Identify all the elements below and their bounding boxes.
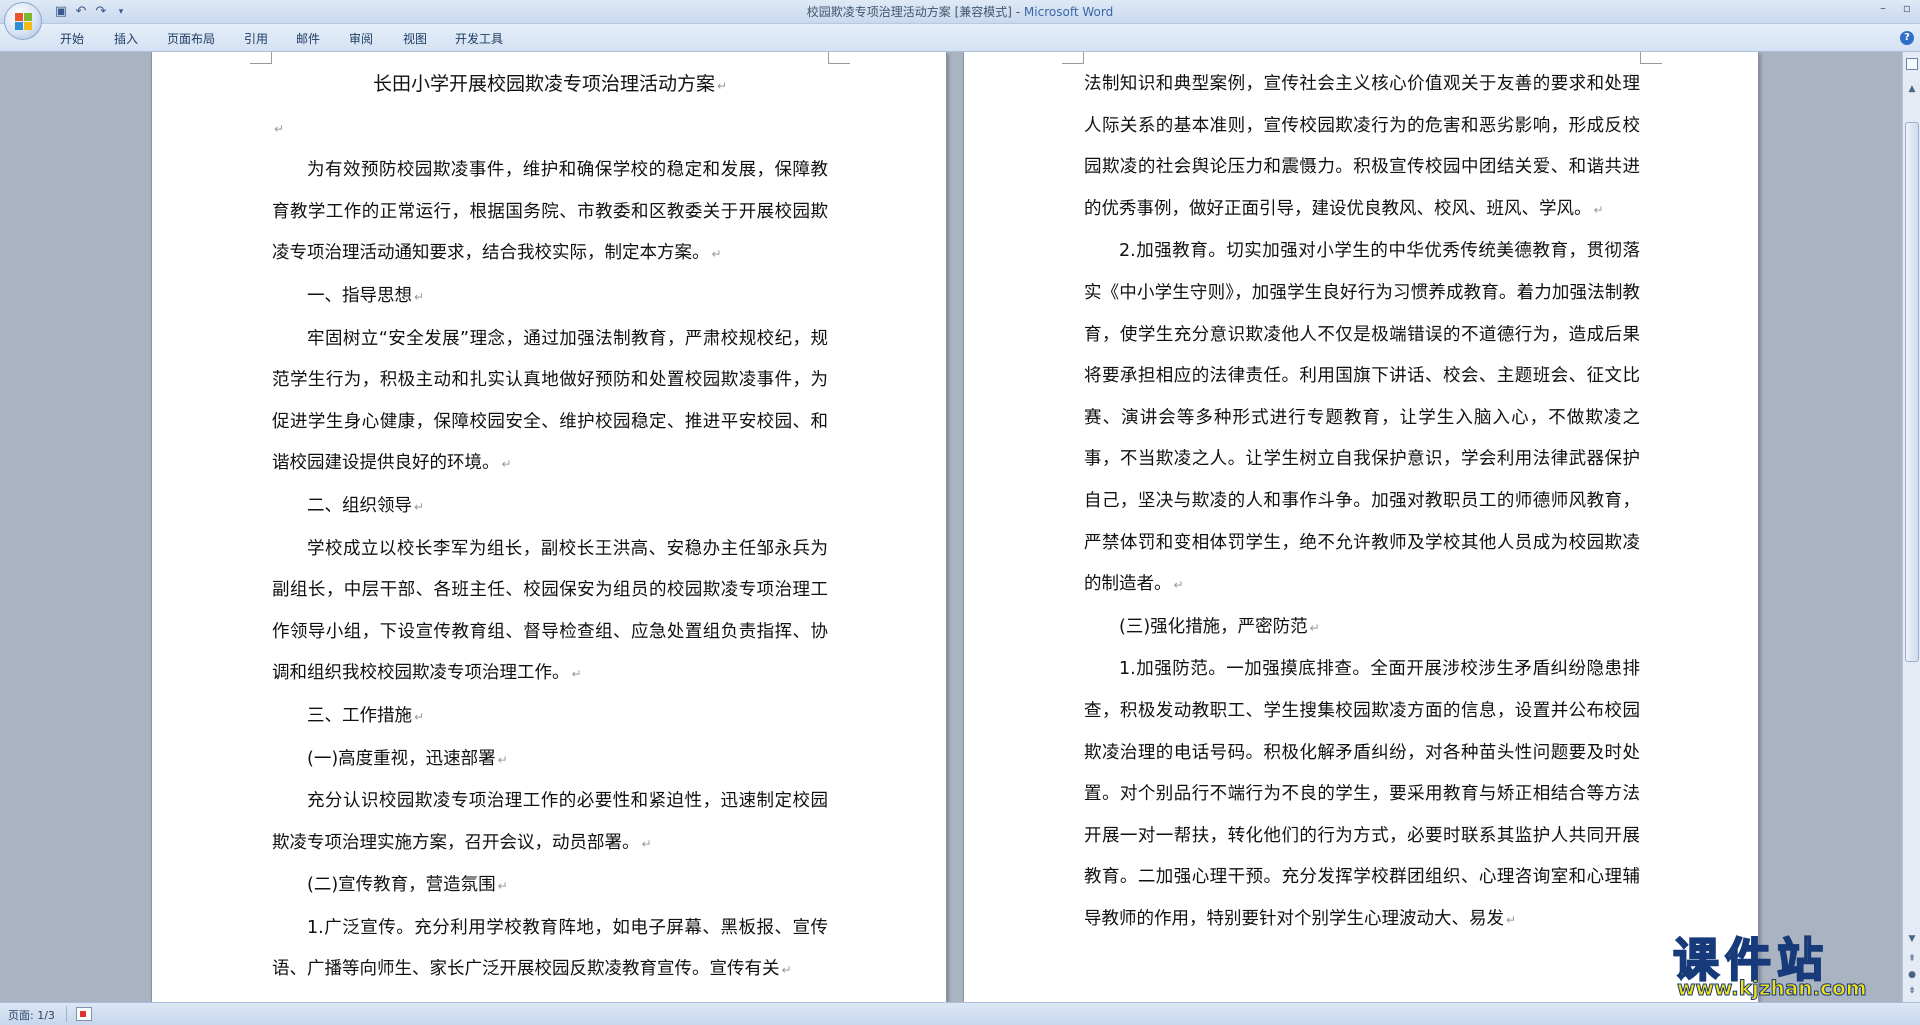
save-icon[interactable]: ▣ — [52, 3, 70, 21]
scroll-thumb[interactable] — [1905, 122, 1919, 662]
paragraph-text: (一)高度重视，迅速部署 — [307, 748, 496, 769]
paragraph[interactable]: 牢固树立“安全发展”理念，通过加强法制教育，严肃校规校纪，规范学生行为，积极主动… — [272, 319, 828, 486]
paragraph-text: 学校成立以校长李军为组长，副校长王洪高、安稳办主任邹永兵为副组长，中层干部、各班… — [272, 538, 828, 684]
margin-marker — [250, 52, 272, 64]
margin-marker — [1640, 52, 1662, 64]
minimize-icon[interactable]: – — [1872, 0, 1894, 18]
paragraph[interactable]: 法制知识和典型案例，宣传社会主义核心价值观关于友善的要求和处理人际关系的基本准则… — [1084, 64, 1640, 231]
paragraph-mark: ↵ — [1309, 620, 1320, 635]
help-icon[interactable]: ? — [1900, 31, 1914, 45]
status-bar: 页面: 1/3 — [0, 1002, 1920, 1025]
paragraph-text: 2.加强教育。切实加强对小学生的中华优秀传统美德教育，贯彻落实《中小学生守则》，… — [1084, 241, 1640, 595]
tab-insert[interactable]: 插入 — [114, 30, 138, 48]
tab-mailings[interactable]: 邮件 — [296, 30, 320, 48]
paragraph-mark: ↵ — [1593, 202, 1604, 217]
title-bar: 校园欺凌专项治理活动方案 [兼容模式] - Microsoft Word ▣ ↶… — [0, 0, 1920, 24]
paragraph[interactable]: 充分认识校园欺凌专项治理工作的必要性和紧迫性，迅速制定校园欺凌专项治理实施方案，… — [272, 781, 828, 865]
paragraph-mark: ↵ — [1506, 912, 1517, 927]
select-browse-object-icon[interactable]: ● — [1905, 968, 1919, 982]
tab-home[interactable]: 开始 — [60, 30, 84, 48]
paragraph[interactable]: 二、组织领导 ↵ — [272, 486, 828, 529]
paragraph-text: 牢固树立“安全发展”理念，通过加强法制教育，严肃校规校纪，规范学生行为，积极主动… — [272, 328, 828, 474]
office-logo-icon — [15, 13, 33, 31]
tab-review[interactable]: 审阅 — [349, 30, 373, 48]
next-page-icon[interactable]: ⇟ — [1905, 984, 1919, 998]
page-2-text[interactable]: 法制知识和典型案例，宣传社会主义核心价值观关于友善的要求和处理人际关系的基本准则… — [1084, 64, 1640, 941]
watermark-url: www.kjzhan.com — [1677, 976, 1868, 1001]
margin-marker — [828, 52, 850, 64]
paragraph-mark: ↵ — [641, 836, 652, 851]
document-page-2[interactable]: 法制知识和典型案例，宣传社会主义核心价值观关于友善的要求和处理人际关系的基本准则… — [964, 52, 1758, 1002]
paragraph[interactable]: 2.加强教育。切实加强对小学生的中华优秀传统美德教育，贯彻落实《中小学生守则》，… — [1084, 231, 1640, 606]
previous-page-icon[interactable]: ⇞ — [1905, 952, 1919, 966]
scroll-up-icon[interactable]: ▲ — [1905, 82, 1919, 96]
undo-icon[interactable]: ↶ — [72, 3, 90, 21]
watermark-logo: 课件站 www.kjzhan.com — [1665, 924, 1905, 1004]
paragraph-mark: ↵ — [497, 879, 508, 894]
paragraph-text: 1.加强防范。一加强摸底排查。全面开展涉校涉生矛盾纠纷隐患排查，积极发动教职工、… — [1084, 659, 1640, 929]
document-workspace[interactable]: 长田小学开展校园欺凌专项治理活动方案 ↵ ↵ 为有效预防校园欺凌事件，维护和确保学校的… — [0, 52, 1902, 1002]
paragraph[interactable]: 1.加强防范。一加强摸底排查。全面开展涉校涉生矛盾纠纷隐患排查，积极发动教职工、… — [1084, 649, 1640, 941]
paragraph-text: 一、指导思想 — [307, 285, 412, 306]
paragraph[interactable]: (一)高度重视，迅速部署 ↵ — [272, 739, 828, 782]
paragraph-text: (二)宣传教育，营造氛围 — [307, 875, 496, 896]
page-count[interactable]: 页面: 1/3 — [8, 1007, 55, 1023]
paragraph-text: (三)强化措施，严密防范 — [1119, 616, 1308, 637]
paragraph-mark: ↵ — [716, 79, 728, 93]
paragraph-mark: ↵ — [414, 289, 425, 304]
paragraph[interactable]: 1.广泛宣传。充分利用学校教育阵地，如电子屏幕、黑板报、宣传语、广播等向师生、家… — [272, 908, 828, 992]
paragraph[interactable]: 一、指导思想 ↵ — [272, 276, 828, 319]
document-page-1[interactable]: 长田小学开展校园欺凌专项治理活动方案 ↵ ↵ 为有效预防校园欺凌事件，维护和确保学校的… — [152, 52, 946, 1002]
document-title: 校园欺凌专项治理活动方案 [兼容模式] - — [806, 5, 1024, 19]
paragraph-mark: ↵ — [274, 121, 285, 136]
office-button[interactable] — [4, 2, 42, 40]
page-1-text[interactable]: 长田小学开展校园欺凌专项治理活动方案 ↵ ↵ 为有效预防校园欺凌事件，维护和确保学校的… — [272, 64, 828, 992]
paragraph-text: 三、工作措施 — [307, 705, 412, 726]
paragraph[interactable]: 三、工作措施 ↵ — [272, 696, 828, 739]
ruler-toggle-icon[interactable] — [1906, 58, 1918, 70]
tab-references[interactable]: 引用 — [244, 30, 268, 48]
paragraph-text: 法制知识和典型案例，宣传社会主义核心价值观关于友善的要求和处理人际关系的基本准则… — [1084, 74, 1640, 219]
paragraph-mark: ↵ — [571, 667, 582, 682]
paragraph-text: 二、组织领导 — [307, 495, 412, 516]
paragraph-text: 充分认识校园欺凌专项治理工作的必要性和紧迫性，迅速制定校园欺凌专项治理实施方案，… — [272, 791, 828, 853]
document-title-paragraph[interactable]: 长田小学开展校园欺凌专项治理活动方案 ↵ — [272, 64, 828, 108]
paragraph[interactable]: 学校成立以校长李军为组长，副校长王洪高、安稳办主任邹永兵为副组长，中层干部、各班… — [272, 529, 828, 696]
paragraph[interactable]: (二)宣传教育，营造氛围 ↵ — [272, 865, 828, 908]
tab-view[interactable]: 视图 — [403, 30, 427, 48]
tab-developer[interactable]: 开发工具 — [455, 30, 503, 48]
paragraph-text: 为有效预防校园欺凌事件，维护和确保学校的稳定和发展，保障教育教学工作的正常运行，… — [272, 160, 828, 264]
paragraph-mark: ↵ — [497, 752, 508, 767]
restore-icon[interactable]: ▫ — [1896, 0, 1918, 18]
paragraph-mark: ↵ — [711, 247, 722, 262]
customize-icon[interactable]: ▾ — [112, 3, 130, 21]
paragraph-mark: ↵ — [1173, 578, 1184, 593]
window-title: 校园欺凌专项治理活动方案 [兼容模式] - Microsoft Word — [0, 0, 1920, 24]
paragraph-text: 长田小学开展校园欺凌专项治理活动方案 — [372, 73, 715, 95]
paragraph[interactable]: 为有效预防校园欺凌事件，维护和确保学校的稳定和发展，保障教育教学工作的正常运行，… — [272, 150, 828, 276]
margin-marker — [1062, 52, 1084, 64]
ribbon-tabs: 开始 插入 页面布局 引用 邮件 审阅 视图 开发工具 ? — [0, 24, 1920, 52]
paragraph-mark: ↵ — [781, 963, 792, 978]
vertical-scrollbar[interactable]: ▲ ▼ ⇞ ● ⇟ — [1902, 52, 1920, 1002]
paragraph[interactable]: ↵ — [272, 108, 828, 151]
paragraph-mark: ↵ — [414, 709, 425, 724]
redo-icon[interactable]: ↷ — [92, 3, 110, 21]
app-name: Microsoft Word — [1023, 5, 1114, 19]
paragraph[interactable]: (三)强化措施，严密防范 ↵ — [1084, 607, 1640, 650]
status-divider — [66, 1006, 67, 1022]
macro-record-icon[interactable] — [76, 1007, 92, 1021]
paragraph-mark: ↵ — [414, 499, 425, 514]
paragraph-text: 1.广泛宣传。充分利用学校教育阵地，如电子屏幕、黑板报、宣传语、广播等向师生、家… — [272, 917, 828, 980]
paragraph-mark: ↵ — [501, 457, 512, 472]
scroll-down-icon[interactable]: ▼ — [1905, 932, 1919, 946]
tab-page-layout[interactable]: 页面布局 — [167, 30, 215, 48]
